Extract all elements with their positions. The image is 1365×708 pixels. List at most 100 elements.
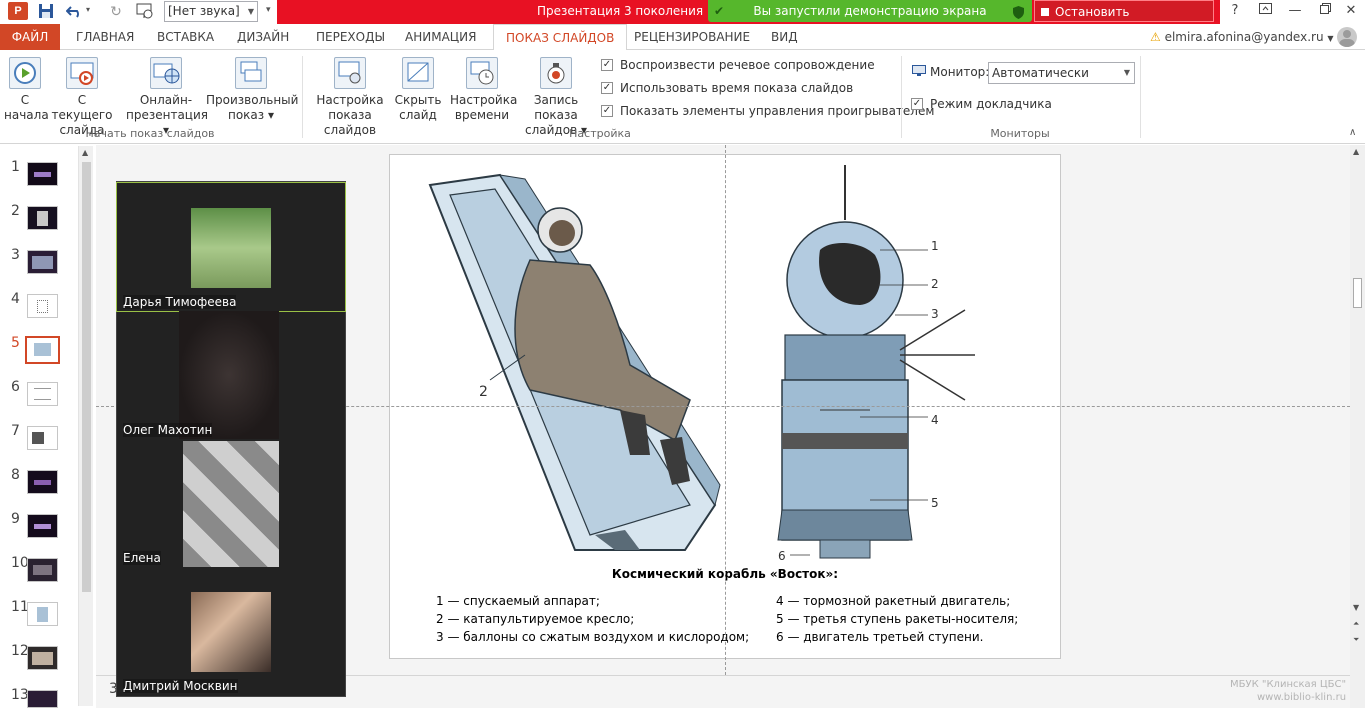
slide-thumbnail-10[interactable] (27, 558, 58, 582)
tab-slideshow[interactable]: ПОКАЗ СЛАЙДОВ (493, 24, 628, 51)
close-icon[interactable]: ✕ (1336, 0, 1365, 22)
tab-review[interactable]: РЕЦЕНЗИРОВАНИЕ (628, 24, 756, 50)
group-separator (901, 56, 902, 138)
minimize-icon[interactable]: — (1280, 0, 1310, 22)
setup-slideshow-label-2: показа слайдов (323, 108, 377, 137)
thumbnail-number: 7 (11, 423, 20, 439)
group-label-monitors: Мониторы (990, 127, 1050, 140)
tab-file[interactable]: ФАЙЛ (0, 24, 60, 50)
monitor-icon (912, 65, 926, 77)
thumbnail-number: 6 (11, 379, 20, 395)
thumbnails-scrollbar[interactable]: ▲ (78, 146, 93, 706)
record-slideshow-label-1: Запись показа (533, 93, 579, 122)
stop-sharing-button[interactable]: Остановить демонстрацию (1034, 0, 1214, 41)
legend-right: 4 — тормозной ракетный двигатель; 5 — тр… (776, 592, 1018, 646)
undo-dropdown-icon[interactable]: ▾ (86, 5, 90, 14)
legend-item: 4 — тормозной ракетный двигатель; (776, 594, 1011, 608)
tab-insert[interactable]: ВСТАВКА (151, 24, 220, 50)
hide-slide-icon (402, 57, 434, 89)
collapse-ribbon-icon[interactable]: ∧ (1349, 127, 1356, 138)
legend-item: 5 — третья ступень ракеты-носителя; (776, 612, 1019, 626)
slide-thumbnail-7[interactable] (27, 426, 58, 450)
participant-name: Дмитрий Москвин (123, 679, 238, 693)
video-tile[interactable]: Дарья Тимофеева (116, 182, 346, 312)
tab-view[interactable]: ВИД (765, 24, 804, 50)
custom-show-button[interactable]: Произвольный показ ▾ (206, 57, 299, 123)
redo-icon[interactable]: ↻ (107, 3, 125, 21)
save-icon[interactable] (37, 3, 55, 21)
pin-icon: ✔ (714, 4, 725, 18)
thumbnail-number: 3 (11, 247, 20, 263)
slide-thumbnail-1[interactable] (27, 162, 58, 186)
video-tile[interactable]: Елена (117, 439, 345, 567)
online-presentation-button[interactable]: Онлайн- презентация ▾ (126, 57, 208, 138)
monitor-select[interactable]: Автоматически ▼ (988, 62, 1135, 84)
slide-thumbnail-11[interactable] (27, 602, 58, 626)
video-tile[interactable]: Дмитрий Москвин (117, 567, 345, 695)
ribbon-display-options-icon[interactable] (1250, 0, 1280, 22)
from-current-slide-button[interactable]: С текущего слайда (48, 57, 116, 138)
watermark: МБУК "Клинская ЦБС" www.biblio-klin.ru (1230, 678, 1346, 704)
hide-slide-button[interactable]: Скрыть слайд (394, 57, 442, 123)
setup-slideshow-button[interactable]: Настройка показа слайдов (306, 57, 394, 138)
scroll-up-icon[interactable]: ▲ (1353, 147, 1359, 156)
diagram-label: 3 (931, 307, 939, 321)
slide-thumbnail-5[interactable] (25, 336, 60, 364)
checkbox-box: ✓ (601, 82, 613, 94)
video-tile[interactable]: Олег Махотин (117, 311, 345, 439)
legend-item: 6 — двигатель третьей ступени. (776, 630, 984, 644)
monitor-select-value: Автоматически (992, 66, 1089, 80)
group-separator (302, 56, 303, 138)
ejection-seat-illustration (428, 173, 721, 551)
user-account[interactable]: ⚠ elmira.afonina@yandex.ru ▼ (1150, 24, 1334, 50)
slide-thumbnail-6[interactable] (27, 382, 58, 406)
presenter-view-checkbox[interactable]: ✓ Режим докладчика (911, 96, 1052, 112)
next-slide-icon[interactable]: ⏷ (1353, 635, 1359, 645)
scrollbar-thumb[interactable] (82, 162, 91, 592)
slide-thumbnail-13[interactable] (27, 690, 58, 708)
avatar[interactable] (1337, 27, 1357, 47)
undo-icon[interactable] (65, 3, 84, 21)
custom-show-label-1: Произвольный (206, 93, 299, 107)
rehearse-timings-button[interactable]: Настройка времени (450, 57, 517, 123)
use-timings-checkbox[interactable]: ✓ Использовать время показа слайдов (601, 80, 853, 96)
watermark-line: www.biblio-klin.ru (1257, 692, 1347, 703)
slide-thumbnail-3[interactable] (27, 250, 58, 274)
sound-select[interactable]: [Нет звука] ▼ (164, 1, 258, 22)
slide-thumbnail-4[interactable] (27, 294, 58, 318)
tab-design[interactable]: ДИЗАЙН (231, 24, 295, 50)
record-slideshow-button[interactable]: Запись показа слайдов ▾ (514, 57, 598, 138)
play-narrations-checkbox[interactable]: ✓ Воспроизвести речевое сопровождение (601, 57, 875, 73)
rehearse-timings-icon (466, 57, 498, 89)
thumbnail-number: 9 (11, 511, 20, 527)
scroll-down-icon[interactable]: ▼ (1353, 603, 1359, 612)
use-timings-label: Использовать время показа слайдов (620, 81, 854, 95)
customize-qat-icon[interactable]: ▾ (266, 5, 271, 15)
help-button[interactable]: ? (1220, 0, 1250, 22)
legend-item: 1 — спускаемый аппарат; (436, 594, 600, 608)
checkbox-box: ✓ (911, 98, 923, 110)
from-beginning-label-2: начала (4, 108, 49, 122)
from-beginning-label-1: С (20, 93, 30, 107)
tab-transitions[interactable]: ПЕРЕХОДЫ (310, 24, 391, 50)
show-media-controls-checkbox[interactable]: ✓ Показать элементы управления проигрыват… (601, 103, 934, 119)
previous-slide-icon[interactable]: ⏶ (1353, 619, 1359, 629)
group-separator (1140, 56, 1141, 138)
hide-slide-label-1: Скрыть (394, 93, 442, 107)
from-beginning-button[interactable]: С начала (4, 57, 49, 123)
participant-video (179, 311, 279, 439)
tab-home[interactable]: ГЛАВНАЯ (70, 24, 140, 50)
user-email: elmira.afonina@yandex.ru (1164, 30, 1324, 44)
slideshow-from-start-icon[interactable] (136, 3, 154, 21)
scroll-up-icon[interactable]: ▲ (82, 148, 88, 157)
participant-name: Дарья Тимофеева (123, 295, 237, 309)
checkbox-box: ✓ (601, 59, 613, 71)
slide-thumbnail-12[interactable] (27, 646, 58, 670)
slide-thumbnail-8[interactable] (27, 470, 58, 494)
thumbnail-number: 5 (11, 335, 20, 351)
slide-thumbnail-9[interactable] (27, 514, 58, 538)
scrollbar-thumb[interactable] (1353, 278, 1362, 308)
tab-animation[interactable]: АНИМАЦИЯ (399, 24, 482, 50)
slide-thumbnail-2[interactable] (27, 206, 58, 230)
editor-scrollbar[interactable]: ▲ ▼ ⏶ ⏷ (1350, 145, 1365, 708)
